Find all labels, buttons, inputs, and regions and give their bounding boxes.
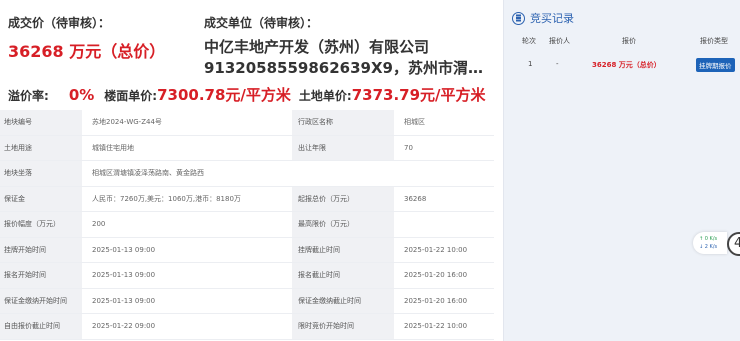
field-label: 限时竞价开始时间 [292,313,394,340]
table-row: 土地用途 城镇住宅用地 出让年限 70 [0,135,494,161]
list-circle-icon [512,11,525,25]
land-price-value: 7373.79元/平方米 [351,86,486,104]
field-label: 地块坐落 [0,160,82,187]
table-row: 保证金 人民币：7260万,美元：1060万,港币：8180万 起报总价（万元）… [0,186,494,212]
winner-credit-code: 91320585598626​39X9，苏州市渭塘房地产… [204,59,486,77]
floating-ball-label: 4 [734,236,740,251]
field-label: 自由报价截止时间 [0,313,82,340]
bid-records-header: 竞买记录 [512,10,574,26]
column-header-bidder: 报价人 [549,37,570,45]
field-label: 保证金缴纳开始时间 [0,288,82,314]
field-value [394,211,494,238]
table-row: 地块坐落 相城区渭塘镇凌泽荡路南、黄金路西 [0,160,494,187]
field-value: 2025-01-20 16:00 [394,262,494,289]
floating-ball-button[interactable]: 4 [727,232,740,256]
table-row: 保证金缴纳开始时间 2025-01-13 09:00 保证金缴纳截止时间 202… [0,288,494,314]
field-value: 相城区渭塘镇凌泽荡路南、黄金路西 [82,160,494,187]
premium-rate-label: 溢价率: [8,89,49,103]
field-value: 2025-01-22 10:00 [394,313,494,340]
field-label: 报价幅度（万元） [0,211,82,238]
floor-price-label: 楼面单价: [104,89,158,103]
table-row: 报名开始时间 2025-01-13 09:00 报名截止时间 2025-01-2… [0,262,494,289]
column-header-type: 报价类型 [700,37,728,45]
deal-unit-label: 成交单位（待审核）： [204,16,319,30]
field-label: 土地用途 [0,135,82,161]
download-speed: ↓ 2 K/s [699,244,718,250]
field-label: 出让年限 [292,135,394,161]
record-type-badge: 挂牌期报价 [696,58,735,72]
field-label: 报名开始时间 [0,262,82,289]
deal-detail-panel: 成交价（待审核）： 36268 万元（总价） 成交单位（待审核）： 中亿丰地产开… [0,0,497,341]
field-value: 城镇住宅用地 [82,135,292,161]
record-round: 1 [528,60,533,68]
table-row: 挂牌开始时间 2025-01-13 09:00 挂牌截止时间 2025-01-2… [0,237,494,263]
floor-price-value: 7300.78元/平方米 [157,86,291,104]
record-bidder: - [556,60,559,68]
table-row: 自由报价截止时间 2025-01-22 09:00 限时竞价开始时间 2025-… [0,313,494,340]
field-label: 挂牌截止时间 [292,237,394,263]
field-value: 2025-01-20 16:00 [394,288,494,314]
field-label: 行政区名称 [292,110,394,136]
column-header-round: 轮次 [522,37,536,45]
deal-price-label: 成交价（待审核）： [8,16,111,30]
bid-records-title: 竞买记录 [530,12,574,25]
upload-speed: ↑ 0 K/s [699,236,718,242]
field-label: 报名截止时间 [292,262,394,289]
premium-rate-value: 0% [68,86,95,104]
field-value: 2025-01-22 10:00 [394,237,494,263]
deal-price-value: 36268 万元（总价） [8,42,166,61]
field-value: 苏地2024-WG-Z44号 [82,110,292,136]
field-value: 2025-01-13 09:00 [82,262,292,289]
field-label: 地块编号 [0,110,82,136]
field-value: 相城区 [394,110,494,136]
network-speed-widget[interactable]: ↑ 0 K/s ↓ 2 K/s [693,232,727,254]
land-price-label: 土地单价: [298,89,352,103]
table-row: 报价幅度（万元） 200 最高限价（万元） [0,211,494,238]
field-value: 2025-01-13 09:00 [82,237,292,263]
field-value: 人民币：7260万,美元：1060万,港币：8180万 [82,186,292,212]
field-label: 最高限价（万元） [292,211,394,238]
field-label: 保证金缴纳截止时间 [292,288,394,314]
table-row: 地块编号 苏地2024-WG-Z44号 行政区名称 相城区 [0,110,494,136]
field-label: 起报总价（万元） [292,186,394,212]
field-value: 2025-01-22 09:00 [82,313,292,340]
record-price: 36268 万元（总价） [592,61,661,69]
field-value: 36268 [394,186,494,212]
parcel-info-table: 地块编号 苏地2024-WG-Z44号 行政区名称 相城区 土地用途 城镇住宅用… [0,110,494,340]
field-label: 挂牌开始时间 [0,237,82,263]
column-header-price: 报价 [622,37,636,45]
winner-name: 中亿丰地产开发（苏州）有限公司 [204,38,430,56]
field-value: 70 [394,135,494,161]
field-label: 保证金 [0,186,82,212]
bid-records-panel: 竞买记录 轮次 报价人 报价 报价类型 1 - 36268 万元（总价） 挂牌期… [503,0,740,341]
rates-row: 溢价率: 0% 楼面单价: 7300.78元/平方米 土地单价: 7373.79… [8,84,486,106]
field-value: 200 [82,211,292,238]
field-value: 2025-01-13 09:00 [82,288,292,314]
